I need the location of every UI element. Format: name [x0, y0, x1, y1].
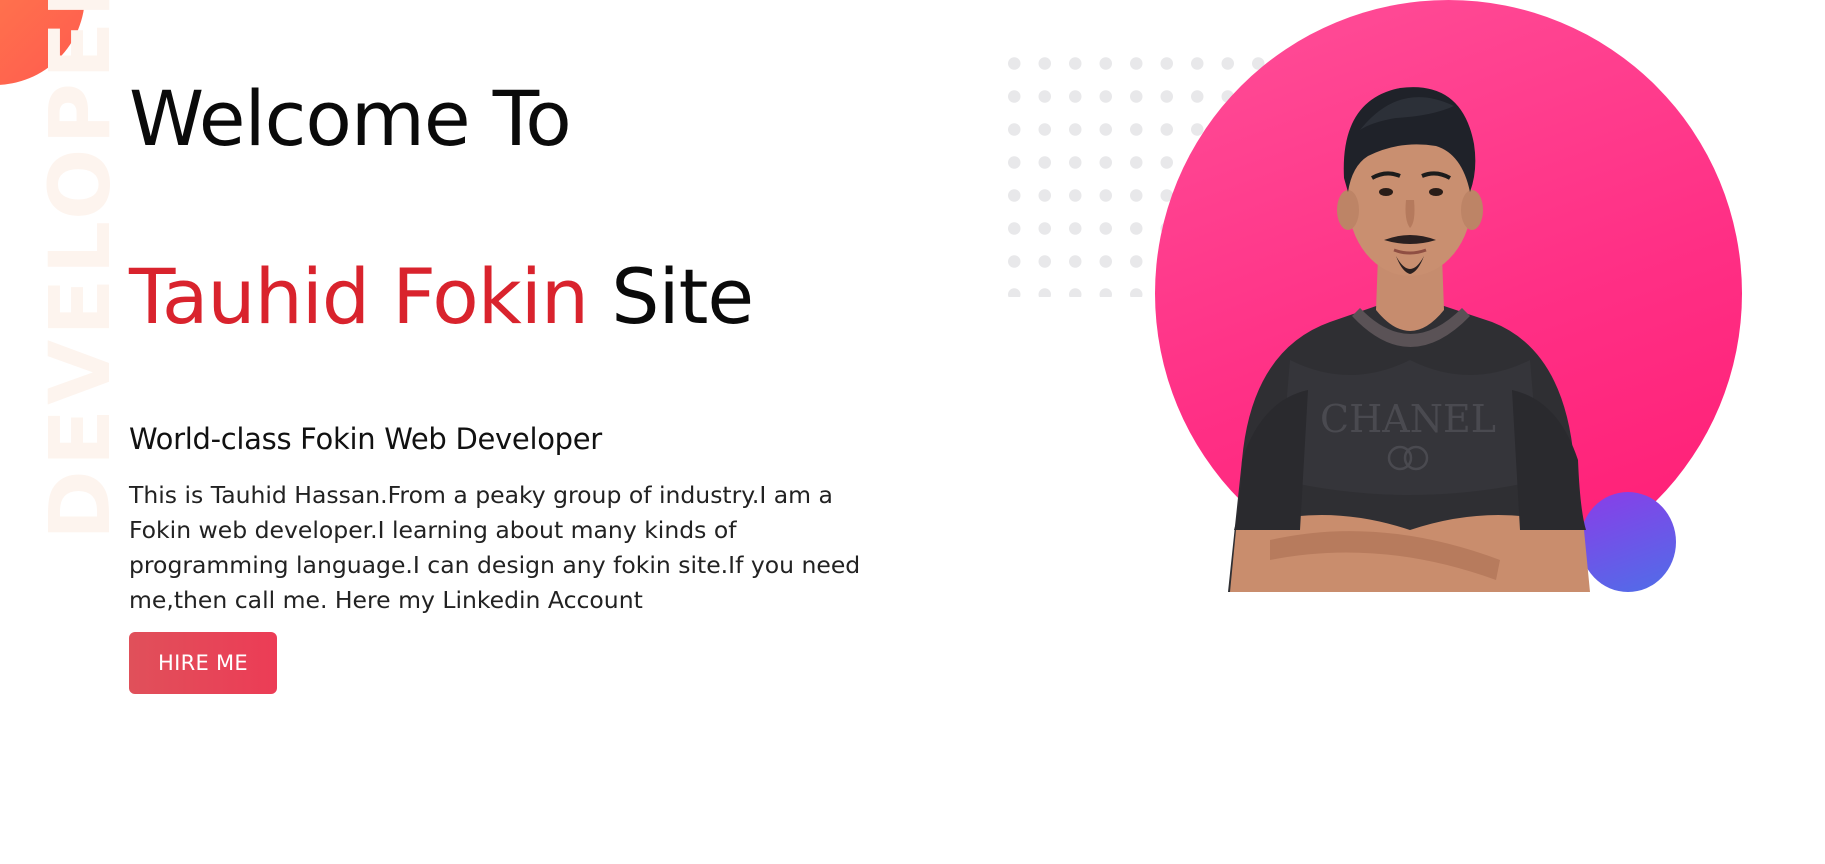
hero-page: DEVELOPER Welcome To Tauhid Fokin Site W…: [0, 0, 1825, 864]
tagline: World-class Fokin Web Developer: [129, 422, 602, 456]
site-name-accent: Tauhid Fokin: [129, 252, 589, 341]
intro-paragraph: This is Tauhid Hassan.From a peaky group…: [129, 481, 861, 614]
site-name-suffix: Site: [588, 252, 754, 341]
site-name-heading: Tauhid Fokin Site: [129, 242, 889, 352]
developer-watermark: DEVELOPER: [31, 0, 129, 540]
hero-text-section: Welcome To Tauhid Fokin Site World-class…: [129, 64, 889, 694]
welcome-heading: Welcome To: [129, 74, 572, 163]
shirt-logo-text: CHANEL: [1320, 397, 1496, 441]
hire-me-button[interactable]: HIRE ME: [129, 632, 277, 694]
profile-photo: CHANEL: [1200, 60, 1620, 592]
